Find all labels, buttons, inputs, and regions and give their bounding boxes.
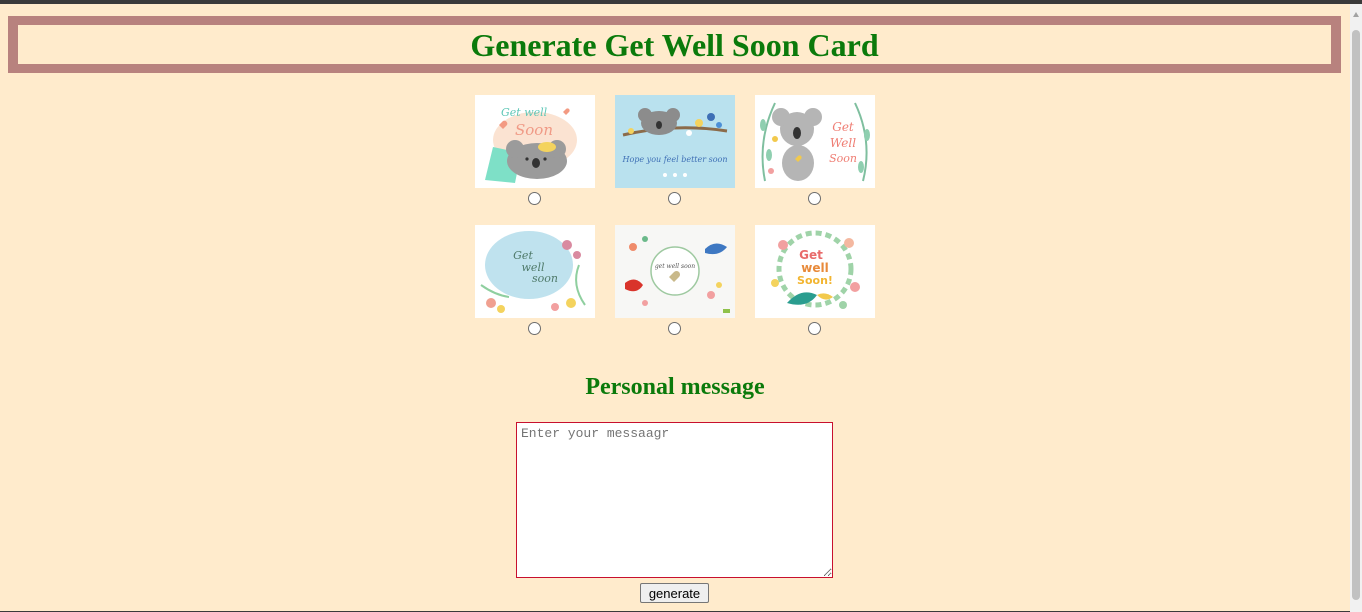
card-radio-5[interactable] xyxy=(668,322,681,335)
koala-wreath-card: Get Well Soon xyxy=(755,95,875,188)
watercolor-floral-card: Get well soon xyxy=(475,225,595,318)
sleeping-koala-branch-card: Hope you feel better soon xyxy=(615,95,735,188)
page-scrollbar[interactable] xyxy=(1350,4,1362,612)
card-6-line-2: well xyxy=(801,261,828,275)
card-radio-4[interactable] xyxy=(528,322,541,335)
card-2-line-1: Hope you feel better soon xyxy=(621,155,727,164)
card-4-line-3: soon xyxy=(532,272,558,285)
card-6-line-3: Soon! xyxy=(797,274,833,287)
card-1-line-1: Get well xyxy=(501,106,548,119)
card-option-1: Get well Soon xyxy=(475,95,595,205)
card-image-4[interactable]: Get well soon xyxy=(475,225,595,318)
card-option-3: Get Well Soon xyxy=(755,95,875,205)
bird-wreath-card: Get well Soon! xyxy=(755,225,875,318)
card-image-5[interactable]: get well soon xyxy=(615,225,735,318)
card-radio-1[interactable] xyxy=(528,192,541,205)
card-radio-6[interactable] xyxy=(808,322,821,335)
card-5-line-1: get well soon xyxy=(655,263,695,270)
koala-get-well-soon-card: Get well Soon xyxy=(475,95,595,188)
card-3-line-1: Get xyxy=(832,120,854,134)
generate-button[interactable]: generate xyxy=(640,583,709,603)
personal-message-heading: Personal message xyxy=(585,374,765,400)
card-option-4: Get well soon xyxy=(475,225,595,335)
card-image-3[interactable]: Get Well Soon xyxy=(755,95,875,188)
card-1-line-2: Soon xyxy=(515,121,553,139)
card-radio-3[interactable] xyxy=(808,192,821,205)
scrollbar-thumb[interactable] xyxy=(1352,30,1360,600)
page-title: Generate Get Well Soon Card xyxy=(470,26,879,63)
card-radio-2[interactable] xyxy=(668,192,681,205)
card-option-6: Get well Soon! xyxy=(755,225,875,335)
card-3-line-3: Soon xyxy=(829,152,857,165)
header-banner: Generate Get Well Soon Card xyxy=(8,16,1341,73)
browser-top-edge xyxy=(0,0,1362,4)
card-image-2[interactable]: Hope you feel better soon xyxy=(615,95,735,188)
card-3-line-2: Well xyxy=(830,136,856,150)
birds-floral-circle-card: get well soon xyxy=(615,225,735,318)
card-6-line-1: Get xyxy=(799,248,823,262)
scroll-up-arrow-icon[interactable] xyxy=(1353,12,1359,17)
card-image-6[interactable]: Get well Soon! xyxy=(755,225,875,318)
card-image-1[interactable]: Get well Soon xyxy=(475,95,595,188)
message-textarea[interactable] xyxy=(516,422,833,578)
card-option-2: Hope you feel better soon xyxy=(615,95,735,205)
header-inner: Generate Get Well Soon Card xyxy=(18,25,1331,64)
card-option-5: get well soon xyxy=(615,225,735,335)
